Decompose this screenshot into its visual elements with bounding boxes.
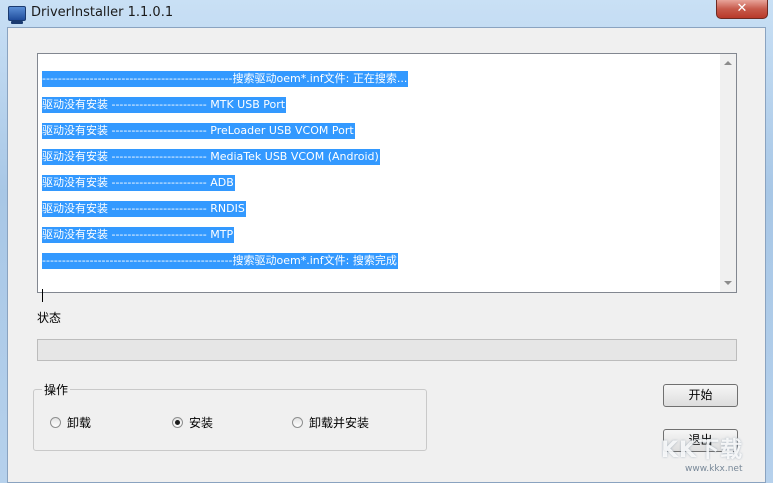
window-title: DriverInstaller 1.1.0.1 [31,5,174,20]
radio-dot-icon [50,417,61,428]
log-line: ----------------------------------------… [42,253,398,269]
close-button[interactable]: ✕ [716,0,768,19]
radio-install[interactable]: 安装 [172,414,213,431]
radio-dot-icon [172,417,183,428]
log-line: 驱动没有安装 ------------------------ PreLoade… [42,123,355,139]
radio-label: 卸载 [67,416,92,430]
watermark-url: www.kkx.net [685,464,743,474]
status-label: 状态 [37,311,62,325]
log-line: 驱动没有安装 ------------------------ RNDIS [42,201,246,217]
watermark-logo: KK下载 www.kkx.net [655,432,760,480]
scroll-up-arrow-icon[interactable] [724,61,732,65]
log-line: 驱动没有安装 ------------------------ MediaTek… [42,149,380,165]
radio-uninstall[interactable]: 卸载 [50,414,91,431]
log-lines: ----------------------------------------… [42,67,717,275]
log-line: ----------------------------------------… [42,71,409,87]
log-line: 驱动没有安装 ------------------------ MTK USB … [42,97,287,113]
vertical-scrollbar[interactable] [720,54,736,292]
log-line: 驱动没有安装 ------------------------ ADB [42,175,235,191]
title-bar[interactable]: DriverInstaller 1.1.0.1 ✕ [0,0,773,27]
operation-legend: 操作 [42,381,71,398]
client-area: ----------------------------------------… [7,27,766,483]
text-caret [42,289,43,302]
start-button[interactable]: 开始 [663,384,738,407]
radio-label: 安装 [189,416,214,430]
operation-groupbox: 操作 卸载 安装 卸载并安装 [33,381,427,451]
app-icon [8,6,26,24]
scroll-down-arrow-icon[interactable] [724,281,732,285]
radio-label: 卸载并安装 [309,416,370,430]
main-window: DriverInstaller 1.1.0.1 ✕ --------------… [0,0,773,483]
log-line: 驱动没有安装 ------------------------ MTP [42,227,235,243]
progress-bar [37,339,737,361]
radio-dot-icon [292,417,303,428]
log-textarea[interactable]: ----------------------------------------… [37,53,737,302]
radio-uninstall-and-install[interactable]: 卸载并安装 [292,414,369,431]
watermark-text: KK下载 [661,438,744,463]
